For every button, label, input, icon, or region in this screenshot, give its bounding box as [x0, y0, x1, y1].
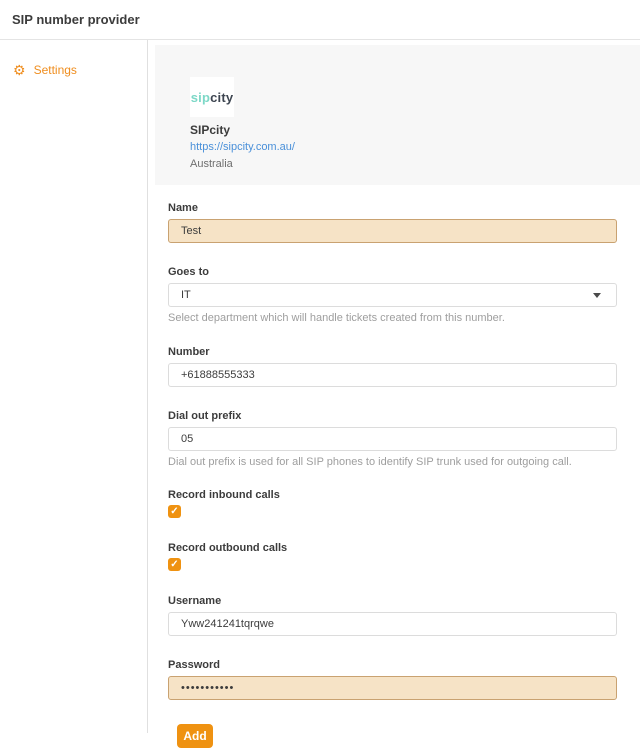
- provider-logo: sipcity: [190, 77, 234, 117]
- sidebar: ⚙ Settings: [0, 40, 148, 733]
- dial-out-prefix-input[interactable]: [168, 427, 617, 451]
- dial-out-prefix-field-group: Dial out prefix Dial out prefix is used …: [168, 410, 617, 468]
- goes-to-helper-text: Select department which will handle tick…: [168, 312, 617, 324]
- username-field-group: Username: [168, 595, 617, 636]
- goes-to-select[interactable]: IT: [168, 283, 617, 307]
- add-button[interactable]: Add: [177, 724, 213, 748]
- username-label: Username: [168, 595, 617, 607]
- provider-name: SIPcity: [190, 123, 640, 137]
- goes-to-label: Goes to: [168, 266, 617, 278]
- provider-url-link[interactable]: https://sipcity.com.au/: [190, 141, 295, 153]
- password-field-group: Password: [168, 659, 617, 700]
- layout: ⚙ Settings sipcity SIPcity https://sipci…: [0, 40, 640, 733]
- logo-part-sip: sip: [191, 90, 210, 105]
- number-input[interactable]: [168, 363, 617, 387]
- password-input[interactable]: [168, 676, 617, 700]
- gear-icon: ⚙: [13, 63, 26, 77]
- record-inbound-label: Record inbound calls: [168, 489, 617, 501]
- page-header: SIP number provider: [0, 0, 640, 40]
- sidebar-item-label: Settings: [34, 63, 77, 77]
- sidebar-item-settings[interactable]: ⚙ Settings: [0, 63, 147, 77]
- check-icon: ✓: [170, 560, 178, 570]
- record-inbound-checkbox[interactable]: ✓: [168, 505, 181, 518]
- logo-part-city: city: [210, 90, 233, 105]
- record-inbound-group: Record inbound calls ✓: [168, 489, 617, 518]
- record-outbound-group: Record outbound calls ✓: [168, 542, 617, 571]
- username-input[interactable]: [168, 612, 617, 636]
- dropdown-arrow-icon: [593, 293, 601, 298]
- name-field-group: Name: [168, 202, 617, 243]
- goes-to-selected-value: IT: [181, 289, 191, 301]
- page-title: SIP number provider: [12, 12, 140, 27]
- number-field-group: Number: [168, 346, 617, 387]
- record-outbound-label: Record outbound calls: [168, 542, 617, 554]
- number-label: Number: [168, 346, 617, 358]
- goes-to-field-group: Goes to IT Select department which will …: [168, 266, 617, 324]
- dial-out-prefix-label: Dial out prefix: [168, 410, 617, 422]
- provider-card: sipcity SIPcity https://sipcity.com.au/ …: [155, 45, 640, 185]
- provider-form: Name Goes to IT Select department which …: [168, 202, 617, 748]
- sipcity-logo-wordmark: sipcity: [191, 90, 234, 105]
- provider-country: Australia: [190, 158, 640, 170]
- name-label: Name: [168, 202, 617, 214]
- password-label: Password: [168, 659, 617, 671]
- dial-out-prefix-helper-text: Dial out prefix is used for all SIP phon…: [168, 456, 617, 468]
- name-input[interactable]: [168, 219, 617, 243]
- record-outbound-checkbox[interactable]: ✓: [168, 558, 181, 571]
- check-icon: ✓: [170, 507, 178, 517]
- main-content: sipcity SIPcity https://sipcity.com.au/ …: [148, 40, 640, 733]
